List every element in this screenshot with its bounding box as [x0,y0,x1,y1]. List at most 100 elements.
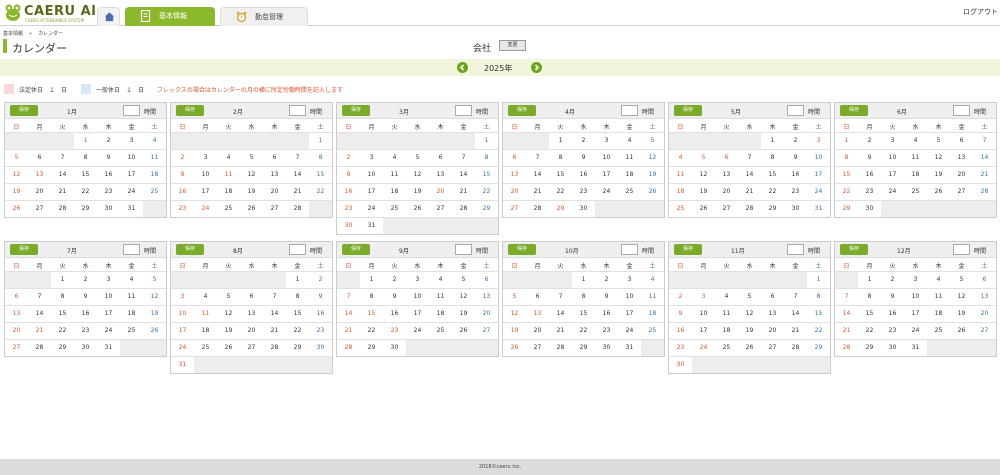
day-cell[interactable]: 21 [452,183,475,200]
day-cell[interactable]: 7 [263,288,286,305]
day-cell[interactable]: 12 [641,149,664,166]
day-cell[interactable]: 21 [973,166,996,183]
day-cell[interactable]: 6 [715,149,738,166]
day-cell[interactable]: 26 [738,339,761,356]
day-cell[interactable]: 10 [904,288,927,305]
day-cell[interactable]: 22 [309,183,332,200]
day-cell[interactable]: 22 [807,322,830,339]
day-cell[interactable]: 22 [835,183,858,200]
day-cell[interactable]: 13 [240,305,263,322]
day-cell[interactable]: 12 [738,305,761,322]
day-cell[interactable]: 11 [194,305,217,322]
day-cell[interactable]: 11 [618,149,641,166]
day-cell[interactable]: 5 [240,149,263,166]
save-button[interactable]: 保存 [508,244,536,255]
day-cell[interactable]: 24 [406,322,429,339]
day-cell[interactable]: 15 [807,305,830,322]
day-cell[interactable]: 11 [641,288,664,305]
day-cell[interactable]: 14 [738,166,761,183]
day-cell[interactable]: 9 [595,288,618,305]
day-cell[interactable]: 11 [429,288,452,305]
day-cell[interactable]: 19 [143,305,166,322]
day-cell[interactable]: 26 [240,200,263,217]
day-cell[interactable]: 8 [475,149,498,166]
day-cell[interactable]: 31 [120,200,143,217]
day-cell[interactable]: 8 [360,288,383,305]
day-cell[interactable]: 19 [452,305,475,322]
day-cell[interactable]: 4 [217,149,240,166]
day-cell[interactable]: 26 [692,200,715,217]
day-cell[interactable]: 29 [360,339,383,356]
day-cell[interactable]: 2 [881,271,904,288]
day-cell[interactable]: 18 [904,166,927,183]
day-cell[interactable]: 21 [784,322,807,339]
day-cell[interactable]: 23 [97,183,120,200]
day-cell[interactable]: 3 [807,132,830,149]
day-cell[interactable]: 10 [595,149,618,166]
day-cell[interactable]: 21 [263,322,286,339]
day-cell[interactable]: 2 [784,132,807,149]
day-cell[interactable]: 14 [263,305,286,322]
day-cell[interactable]: 9 [337,166,360,183]
day-cell[interactable]: 13 [28,166,51,183]
day-cell[interactable]: 24 [595,183,618,200]
save-button[interactable]: 保存 [10,105,38,116]
day-cell[interactable]: 17 [904,305,927,322]
day-cell[interactable]: 19 [950,305,973,322]
next-year-button[interactable] [531,62,542,73]
day-cell[interactable]: 13 [475,288,498,305]
day-cell[interactable]: 12 [406,166,429,183]
day-cell[interactable]: 18 [429,305,452,322]
day-cell[interactable]: 28 [835,339,858,356]
day-cell[interactable]: 20 [475,305,498,322]
day-cell[interactable]: 20 [263,183,286,200]
day-cell[interactable]: 27 [475,322,498,339]
day-cell[interactable]: 22 [74,183,97,200]
day-cell[interactable]: 4 [669,149,692,166]
day-cell[interactable]: 29 [858,339,881,356]
day-cell[interactable]: 25 [904,183,927,200]
day-cell[interactable]: 17 [807,166,830,183]
day-cell[interactable]: 10 [692,305,715,322]
day-cell[interactable]: 3 [881,132,904,149]
day-cell[interactable]: 25 [618,183,641,200]
day-cell[interactable]: 30 [858,200,881,217]
save-button[interactable]: 保存 [176,244,204,255]
day-cell[interactable]: 18 [669,183,692,200]
hours-input[interactable] [455,105,472,116]
day-cell[interactable]: 6 [761,288,784,305]
day-cell[interactable]: 31 [360,217,383,234]
save-button[interactable]: 保存 [342,105,370,116]
day-cell[interactable]: 28 [452,200,475,217]
day-cell[interactable]: 8 [74,149,97,166]
day-cell[interactable]: 13 [5,305,28,322]
day-cell[interactable]: 4 [641,271,664,288]
day-cell[interactable]: 18 [143,166,166,183]
day-cell[interactable]: 22 [360,322,383,339]
day-cell[interactable]: 12 [692,166,715,183]
day-cell[interactable]: 7 [973,132,996,149]
day-cell[interactable]: 26 [641,183,664,200]
day-cell[interactable]: 5 [452,271,475,288]
day-cell[interactable]: 21 [286,183,309,200]
day-cell[interactable]: 16 [572,166,595,183]
day-cell[interactable]: 25 [120,322,143,339]
day-cell[interactable]: 25 [715,339,738,356]
day-cell[interactable]: 28 [337,339,360,356]
day-cell[interactable]: 29 [761,200,784,217]
day-cell[interactable]: 15 [858,305,881,322]
day-cell[interactable]: 16 [337,183,360,200]
day-cell[interactable]: 8 [858,288,881,305]
day-cell[interactable]: 5 [5,149,28,166]
day-cell[interactable]: 30 [669,356,692,373]
day-cell[interactable]: 23 [171,200,194,217]
day-cell[interactable]: 10 [120,149,143,166]
day-cell[interactable]: 3 [904,271,927,288]
day-cell[interactable]: 12 [217,305,240,322]
day-cell[interactable]: 18 [194,322,217,339]
tab-basic-info[interactable]: 基本情報 [125,7,215,26]
day-cell[interactable]: 20 [715,183,738,200]
day-cell[interactable]: 7 [28,288,51,305]
day-cell[interactable]: 27 [503,200,526,217]
day-cell[interactable]: 26 [503,339,526,356]
